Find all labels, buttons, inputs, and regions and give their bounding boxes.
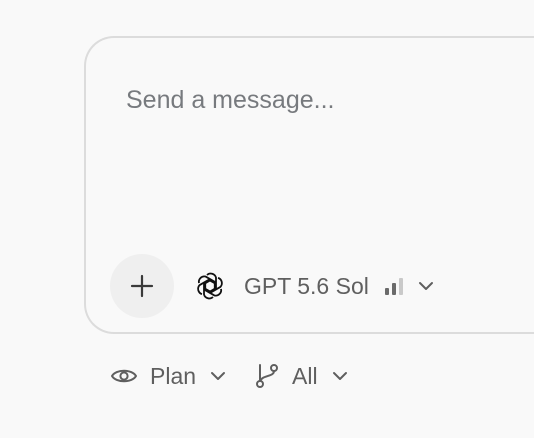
- chevron-down-icon: [418, 281, 434, 291]
- plus-icon: [130, 274, 154, 298]
- openai-logo-icon: [194, 270, 226, 302]
- eye-icon: [111, 369, 137, 383]
- branch-label: All: [292, 362, 318, 389]
- chevron-down-icon: [210, 371, 226, 381]
- git-branch-icon: [256, 364, 279, 388]
- model-name: GPT 5.6 Sol: [244, 272, 369, 299]
- branch-dropdown[interactable]: All: [254, 363, 348, 390]
- chevron-down-icon: [332, 371, 348, 381]
- page: GPT 5.6 Sol Plan: [0, 0, 534, 438]
- message-input[interactable]: [126, 86, 526, 115]
- mode-label: Plan: [150, 362, 197, 389]
- mode-dropdown[interactable]: Plan: [110, 363, 226, 390]
- add-attachment-button[interactable]: [110, 254, 174, 318]
- composer-options-bar: Plan All: [110, 358, 348, 394]
- signal-strength-icon: [384, 277, 406, 295]
- model-selector[interactable]: GPT 5.6 Sol: [194, 268, 434, 304]
- message-composer: GPT 5.6 Sol: [84, 36, 534, 334]
